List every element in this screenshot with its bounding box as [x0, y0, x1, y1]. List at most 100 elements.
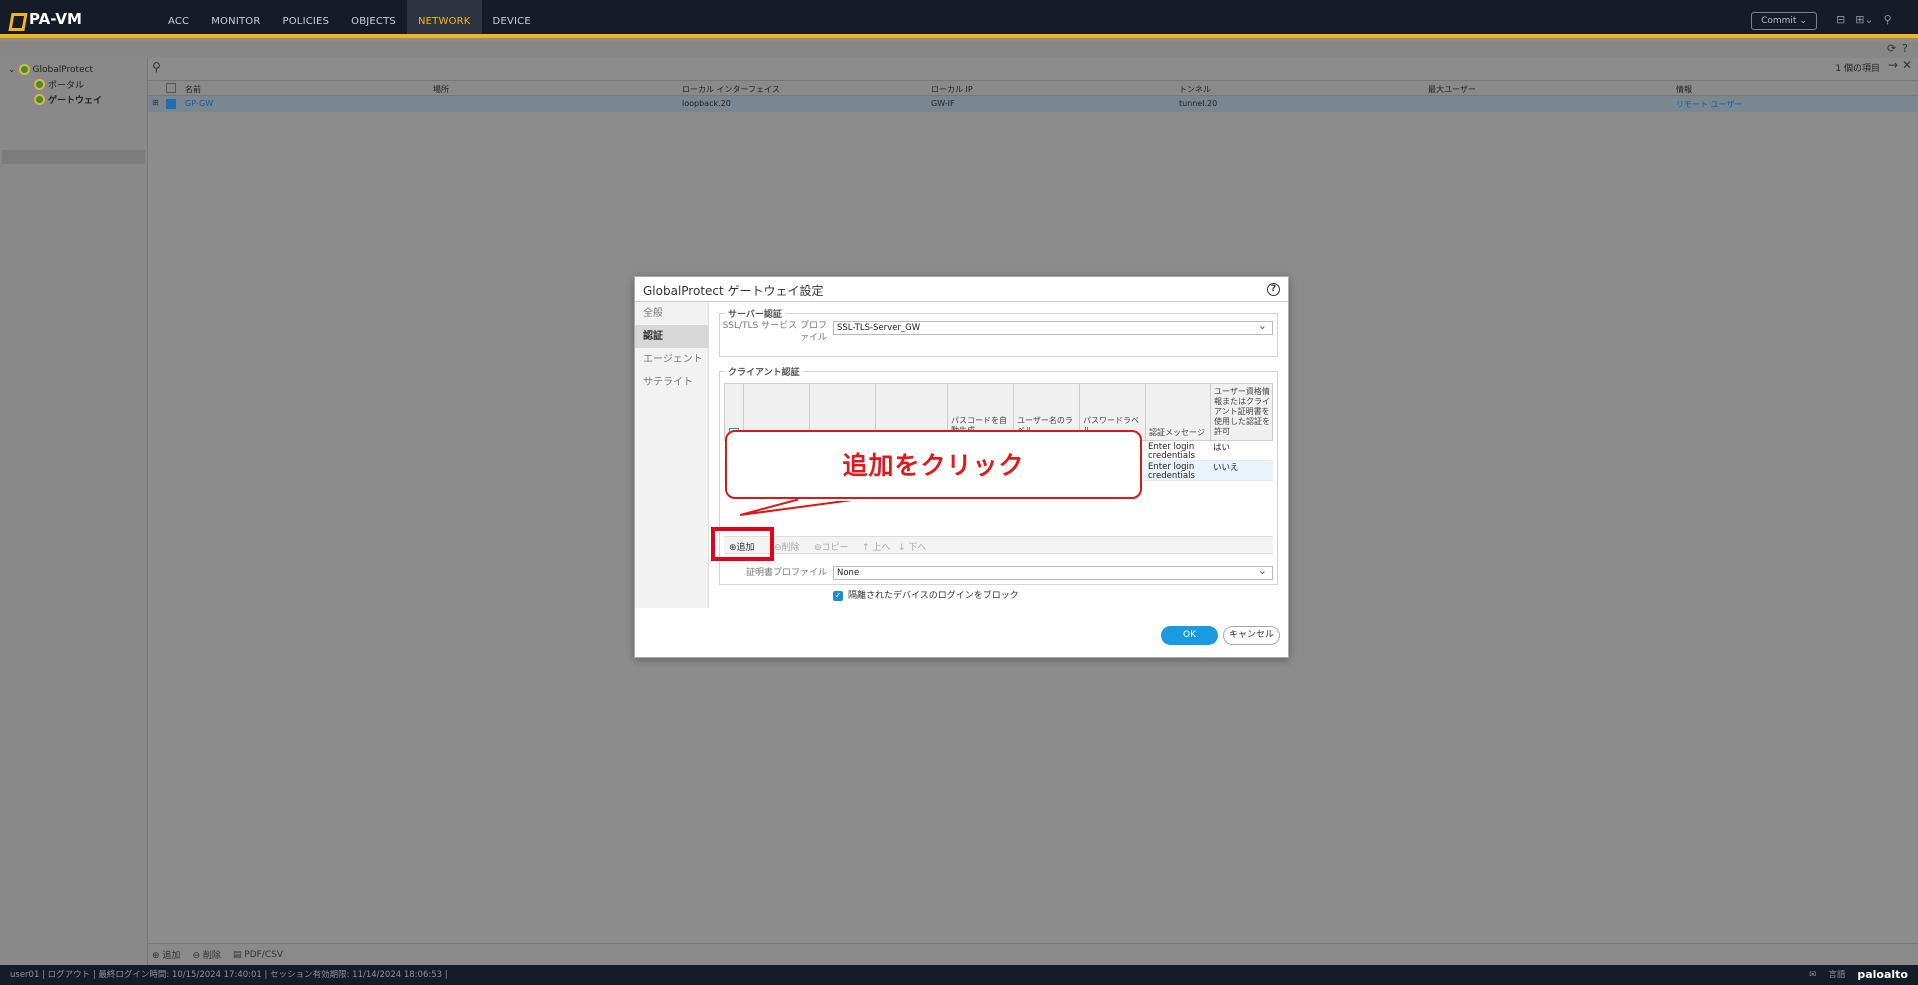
grid-down-button[interactable]: ↓ 下へ — [898, 540, 926, 553]
row-message: Enter login credentials — [1148, 442, 1195, 461]
ssl-tls-value: SSL-TLS-Server_GW — [837, 323, 921, 333]
grid-col-message: 認証メッセージ — [1146, 384, 1211, 442]
refresh-icon[interactable]: ⟳ — [1887, 42, 1896, 55]
col-ip[interactable]: ローカル IP — [931, 84, 973, 95]
col-max-users[interactable]: 最大ユーザー — [1428, 84, 1476, 95]
cell-tunnel: tunnel.20 — [1179, 99, 1218, 108]
item-count: 1 個の項目 — [1835, 64, 1880, 74]
select-all-checkbox[interactable] — [166, 83, 176, 93]
grid-delete-label: 削除 — [781, 543, 800, 553]
client-auth-legend: クライアント認証 — [725, 365, 803, 378]
globe-icon — [34, 79, 45, 90]
tab-acc[interactable]: ACC — [157, 0, 200, 34]
client-auth-toolbar: ⊕追加 ⊖削除 ⊚コピー ↑ 上へ ↓ 下へ — [724, 536, 1273, 554]
grid-up-button[interactable]: ↑ 上へ — [862, 540, 890, 553]
search-bar[interactable]: ⚲ 1 個の項目 → ✕ — [148, 58, 1918, 78]
search-icon[interactable]: ⚲ — [1884, 13, 1892, 26]
status-bar: user01 | ログアウト | 最終ログイン時間: 10/15/2024 17… — [0, 965, 1918, 985]
row-allow: いいえ — [1213, 463, 1239, 473]
document-icon: ▤ — [232, 949, 242, 960]
add-button-highlight — [711, 527, 774, 561]
col-info[interactable]: 情報 — [1676, 84, 1692, 95]
tree-selection — [2, 150, 145, 164]
pdf-label: PDF/CSV — [244, 949, 283, 960]
cert-profile-label: 証明書プロファイル — [745, 568, 827, 578]
tab-monitor[interactable]: MONITOR — [200, 0, 271, 34]
minus-icon: ⊖ — [774, 543, 782, 553]
commit-button[interactable]: Commit ⌄ — [1751, 12, 1817, 30]
logo-text: PA-VM — [29, 10, 82, 28]
help-icon[interactable]: ? — [1902, 42, 1908, 55]
left-panel: ⌄ GlobalProtect ポータル ゲートウェイ — [0, 58, 148, 965]
arrow-down-icon: ↓ — [898, 543, 906, 553]
tree-item-portal[interactable]: ポータル — [34, 78, 84, 91]
grid-delete-button[interactable]: ⊖削除 — [774, 540, 800, 553]
plus-icon: ⊕ — [152, 951, 160, 961]
tab-policies[interactable]: POLICIES — [272, 0, 341, 34]
cell-ip: GW-IF — [931, 99, 955, 108]
tab-agent[interactable]: エージェント — [635, 348, 708, 371]
expand-icon[interactable]: ⊞ — [152, 98, 159, 107]
grid-col-allow-label: ユーザー資格情報またはクライアント証明書を使用した認証を許可 — [1214, 387, 1270, 436]
search-icon: ⚲ — [152, 60, 161, 74]
cancel-button[interactable]: キャンセル — [1223, 626, 1280, 645]
ssl-tls-profile-select[interactable]: SSL-TLS-Server_GW — [833, 319, 1273, 335]
ok-button[interactable]: OK — [1161, 626, 1218, 645]
tab-device[interactable]: DEVICE — [482, 0, 542, 34]
grid-copy-label: コピー — [821, 543, 849, 553]
grid-copy-button[interactable]: ⊚コピー — [814, 540, 849, 553]
bottom-toolbar: ⊕ 追加 ⊖ 削除 ▤ PDF/CSV — [148, 943, 1918, 965]
delete-label: 削除 — [202, 951, 221, 961]
cert-profile-value: None — [837, 568, 860, 578]
sub-toolbar — [0, 42, 1918, 58]
tree-item-portal-label: ポータル — [48, 81, 85, 91]
cell-interface: loopback.20 — [682, 99, 731, 108]
config-icon[interactable]: ⊞⌄ — [1855, 13, 1873, 26]
row-allow: はい — [1213, 443, 1231, 453]
arrow-right-icon[interactable]: → — [1888, 58, 1898, 72]
grid-up-label: 上へ — [872, 543, 891, 553]
server-auth-legend: サーバー認証 — [725, 307, 785, 320]
cert-profile-select[interactable]: None — [833, 564, 1273, 580]
block-quarantined-checkbox[interactable]: ✓ — [833, 591, 843, 601]
paloalto-logo: paloalto — [1857, 968, 1908, 981]
tab-satellite[interactable]: サテライト — [635, 371, 708, 394]
col-name[interactable]: 名前 — [185, 84, 201, 95]
delete-button[interactable]: ⊖ 削除 — [192, 948, 220, 961]
tree-item-gateway[interactable]: ゲートウェイ — [34, 93, 102, 106]
col-location[interactable]: 場所 — [433, 84, 449, 95]
mail-icon[interactable]: ✉ — [1809, 965, 1816, 985]
close-icon[interactable]: ✕ — [1902, 58, 1912, 72]
instruction-callout: 追加をクリック — [725, 430, 1142, 499]
chevron-down-icon: ⌄ — [8, 64, 16, 75]
tab-objects[interactable]: OBJECTS — [340, 0, 407, 34]
tree-item-gateway-label: ゲートウェイ — [48, 96, 103, 106]
tab-general[interactable]: 全般 — [635, 302, 708, 325]
tab-authentication[interactable]: 認証 — [635, 325, 708, 348]
tree-item-globalprotect[interactable]: ⌄ GlobalProtect — [8, 64, 93, 75]
pa-vm-logo: PA-VM — [10, 10, 82, 28]
ssl-tls-label: SSL/TLS サービス プロファイル — [722, 321, 827, 343]
row-checkbox[interactable] — [166, 99, 176, 109]
status-text: user01 | ログアウト | 最終ログイン時間: 10/15/2024 17… — [10, 970, 448, 980]
pdf-csv-button[interactable]: ▤ PDF/CSV — [233, 950, 283, 960]
add-button[interactable]: ⊕ 追加 — [152, 948, 180, 961]
cell-info-link[interactable]: リモート ユーザー — [1676, 99, 1742, 110]
arrow-up-icon: ↑ — [862, 543, 870, 553]
col-interface[interactable]: ローカル インターフェイス — [682, 84, 780, 95]
language-link[interactable]: 言語 — [1828, 965, 1845, 985]
grid-col-message-label: 認証メッセージ — [1149, 428, 1205, 437]
col-tunnel[interactable]: トンネル — [1179, 84, 1211, 95]
block-quarantined-label: 隔離されたデバイスのログインをブロック — [848, 591, 1019, 601]
minus-icon: ⊖ — [192, 951, 200, 961]
add-label: 追加 — [162, 951, 181, 961]
logo-icon — [10, 11, 24, 28]
gateway-name-link[interactable]: GP-GW — [185, 99, 213, 108]
tab-network[interactable]: NETWORK — [406, 0, 482, 34]
table-row[interactable]: ⊞ GP-GW loopback.20 GW-IF tunnel.20 リモート… — [148, 96, 1918, 112]
help-icon[interactable]: ? — [1267, 283, 1280, 296]
tree-root-label: GlobalProtect — [32, 64, 94, 75]
dialog-title: GlobalProtect ゲートウェイ設定? — [635, 277, 1288, 302]
lock-icon[interactable]: ⊟ — [1836, 13, 1845, 26]
globe-icon — [34, 94, 45, 105]
